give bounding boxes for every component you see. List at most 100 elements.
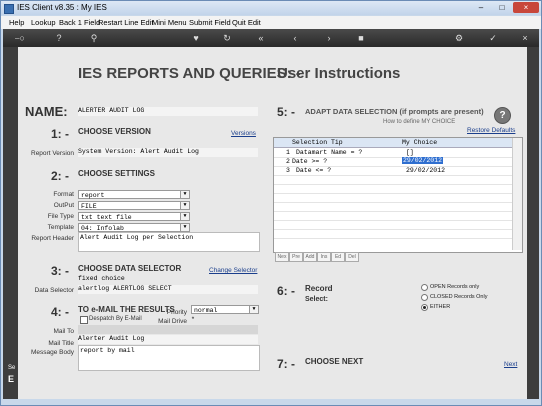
mail-drive-value[interactable]: * — [191, 316, 195, 323]
radio-open-records[interactable] — [421, 284, 428, 291]
filetype-select[interactable]: txt text file ▼ — [78, 212, 190, 221]
format-label: Format — [53, 191, 74, 198]
message-body-field[interactable]: report by mail — [78, 345, 260, 371]
priority-value: normal — [194, 307, 218, 314]
how-to-define-link[interactable]: How to define MY CHOICE — [383, 119, 455, 125]
menu-submit-field[interactable]: Submit Field — [189, 18, 231, 27]
col-my-choice: My Choice — [402, 139, 438, 146]
row-tip: Date >= ? — [292, 158, 328, 165]
menu-back-1-field[interactable]: Back 1 Field — [59, 18, 100, 27]
name-field[interactable]: ALERTER AUDIT LOG — [78, 107, 258, 116]
mail-title-label: Mail Title — [48, 340, 74, 347]
filetype-value: txt text file — [81, 214, 132, 221]
despatch-label: Despatch By E-Mail — [89, 316, 142, 322]
toolbar: ⎯○ ? ⚲ ♥ ↻ « ‹ › ■ ⚙ ✓ × — [3, 29, 539, 47]
data-selector-field[interactable]: alertlog ALERTLOG SELECT — [78, 285, 258, 294]
forward-icon[interactable]: › — [323, 32, 335, 44]
help-icon[interactable]: ? — [494, 107, 511, 124]
settings-icon[interactable]: ⚙ — [453, 32, 465, 44]
priority-select[interactable]: normal ▼ — [191, 305, 259, 314]
section-2-title: CHOOSE SETTINGS — [78, 169, 155, 178]
next-link[interactable]: Next — [504, 361, 517, 368]
menu-quit-edit[interactable]: Quit Edit — [232, 18, 261, 27]
row-choice: 29/02/2012 — [406, 167, 446, 174]
table-row — [274, 229, 512, 239]
row-choice-selected[interactable]: 29/02/2012 — [402, 157, 444, 164]
menu-restart-line-edit[interactable]: Restart Line Edit — [98, 18, 153, 27]
menu-mini-menu[interactable]: Mini Menu — [152, 18, 187, 27]
help-icon[interactable]: ? — [53, 32, 65, 44]
radio-either-label: EITHER — [430, 304, 451, 310]
delete-row-button[interactable]: Del — [345, 252, 359, 262]
page-subtitle: User Instructions — [277, 65, 401, 82]
chevron-down-icon: ▼ — [180, 202, 189, 209]
restore-defaults-link[interactable]: Restore Defaults — [467, 127, 515, 134]
col-selection-tip: Selection Tip — [292, 139, 343, 146]
format-value: report — [81, 192, 105, 199]
message-body-value: report by mail — [80, 347, 135, 354]
radio-open-label: OPEN Records only — [430, 284, 480, 290]
despatch-checkbox[interactable] — [80, 316, 88, 324]
edit-row-button[interactable]: Ed — [331, 252, 345, 262]
maximize-button[interactable]: □ — [492, 2, 512, 13]
left-side-panel: Se E — [3, 47, 18, 399]
template-select[interactable]: 04: Infolab ▼ — [78, 223, 190, 232]
chevron-down-icon: ▼ — [249, 306, 258, 313]
row-choice: [] — [406, 149, 414, 156]
close-icon[interactable]: × — [519, 32, 531, 44]
row-number: 2 — [286, 158, 290, 165]
radio-closed-label: CLOSED Records Only — [430, 294, 488, 300]
key-icon[interactable]: ⎯○ — [11, 32, 29, 44]
filetype-label: File Type — [47, 213, 74, 220]
radio-closed-records[interactable] — [421, 294, 428, 301]
minimize-button[interactable]: – — [471, 2, 491, 13]
section-6-title: Record — [305, 284, 333, 293]
check-icon[interactable]: ✓ — [487, 32, 499, 44]
versions-link[interactable]: Versions — [231, 130, 256, 137]
grid-scrollbar[interactable] — [512, 138, 522, 250]
section-5-number: 5: - — [277, 105, 295, 119]
side-label-top: Se — [8, 365, 16, 371]
side-label-bottom: E — [8, 374, 15, 384]
report-header-value: Alert Audit Log per Selection — [80, 234, 194, 241]
message-body-label: Message Body — [31, 349, 74, 356]
section-2-number: 2: - — [51, 169, 69, 183]
rewind-icon[interactable]: « — [255, 32, 267, 44]
back-icon[interactable]: ‹ — [289, 32, 301, 44]
change-selector-link[interactable]: Change Selector — [209, 267, 257, 274]
prev-row-button[interactable]: Pre — [289, 252, 303, 262]
mail-to-field[interactable] — [78, 325, 258, 334]
report-version-field[interactable]: System Version: Alert Audit Log — [78, 148, 258, 157]
grid-header: Selection Tip My Choice — [274, 138, 512, 148]
heart-icon[interactable]: ♥ — [190, 32, 202, 44]
chevron-down-icon: ▼ — [180, 224, 189, 231]
close-button[interactable]: × — [513, 2, 539, 13]
section-7-title: CHOOSE NEXT — [305, 357, 364, 366]
stop-icon[interactable]: ■ — [355, 32, 367, 44]
data-selector-label: Data Selector — [34, 287, 74, 294]
search-icon[interactable]: ⚲ — [88, 32, 100, 44]
menu-help[interactable]: Help — [9, 18, 24, 27]
report-header-field[interactable]: Alert Audit Log per Selection — [78, 232, 260, 252]
fixed-choice-text: fixed choice — [78, 275, 125, 282]
output-value: FILE — [81, 203, 97, 210]
section-7-number: 7: - — [277, 357, 295, 371]
refresh-icon[interactable]: ↻ — [221, 32, 233, 44]
template-value: 04: Infolab — [81, 225, 124, 232]
row-number: 3 — [286, 167, 290, 174]
page-title: IES REPORTS AND QUERIES: - — [78, 65, 301, 82]
section-5-title: ADAPT DATA SELECTION (if prompts are pre… — [305, 107, 484, 116]
output-select[interactable]: FILE ▼ — [78, 201, 190, 210]
add-row-button[interactable]: Add — [303, 252, 317, 262]
menu-lookup[interactable]: Lookup — [31, 18, 56, 27]
radio-either[interactable] — [421, 304, 428, 311]
priority-label: Priority — [166, 309, 187, 316]
mail-to-label: Mail To — [53, 328, 74, 335]
mail-drive-label: Mail Drive — [158, 318, 187, 325]
format-select[interactable]: report ▼ — [78, 190, 190, 199]
row-number: 1 — [286, 149, 290, 156]
output-label: OutPut — [53, 202, 74, 209]
next-row-button[interactable]: Nex — [275, 252, 289, 262]
mail-title-field[interactable]: Alerter Audit Log — [78, 335, 258, 344]
insert-row-button[interactable]: Ins — [317, 252, 331, 262]
